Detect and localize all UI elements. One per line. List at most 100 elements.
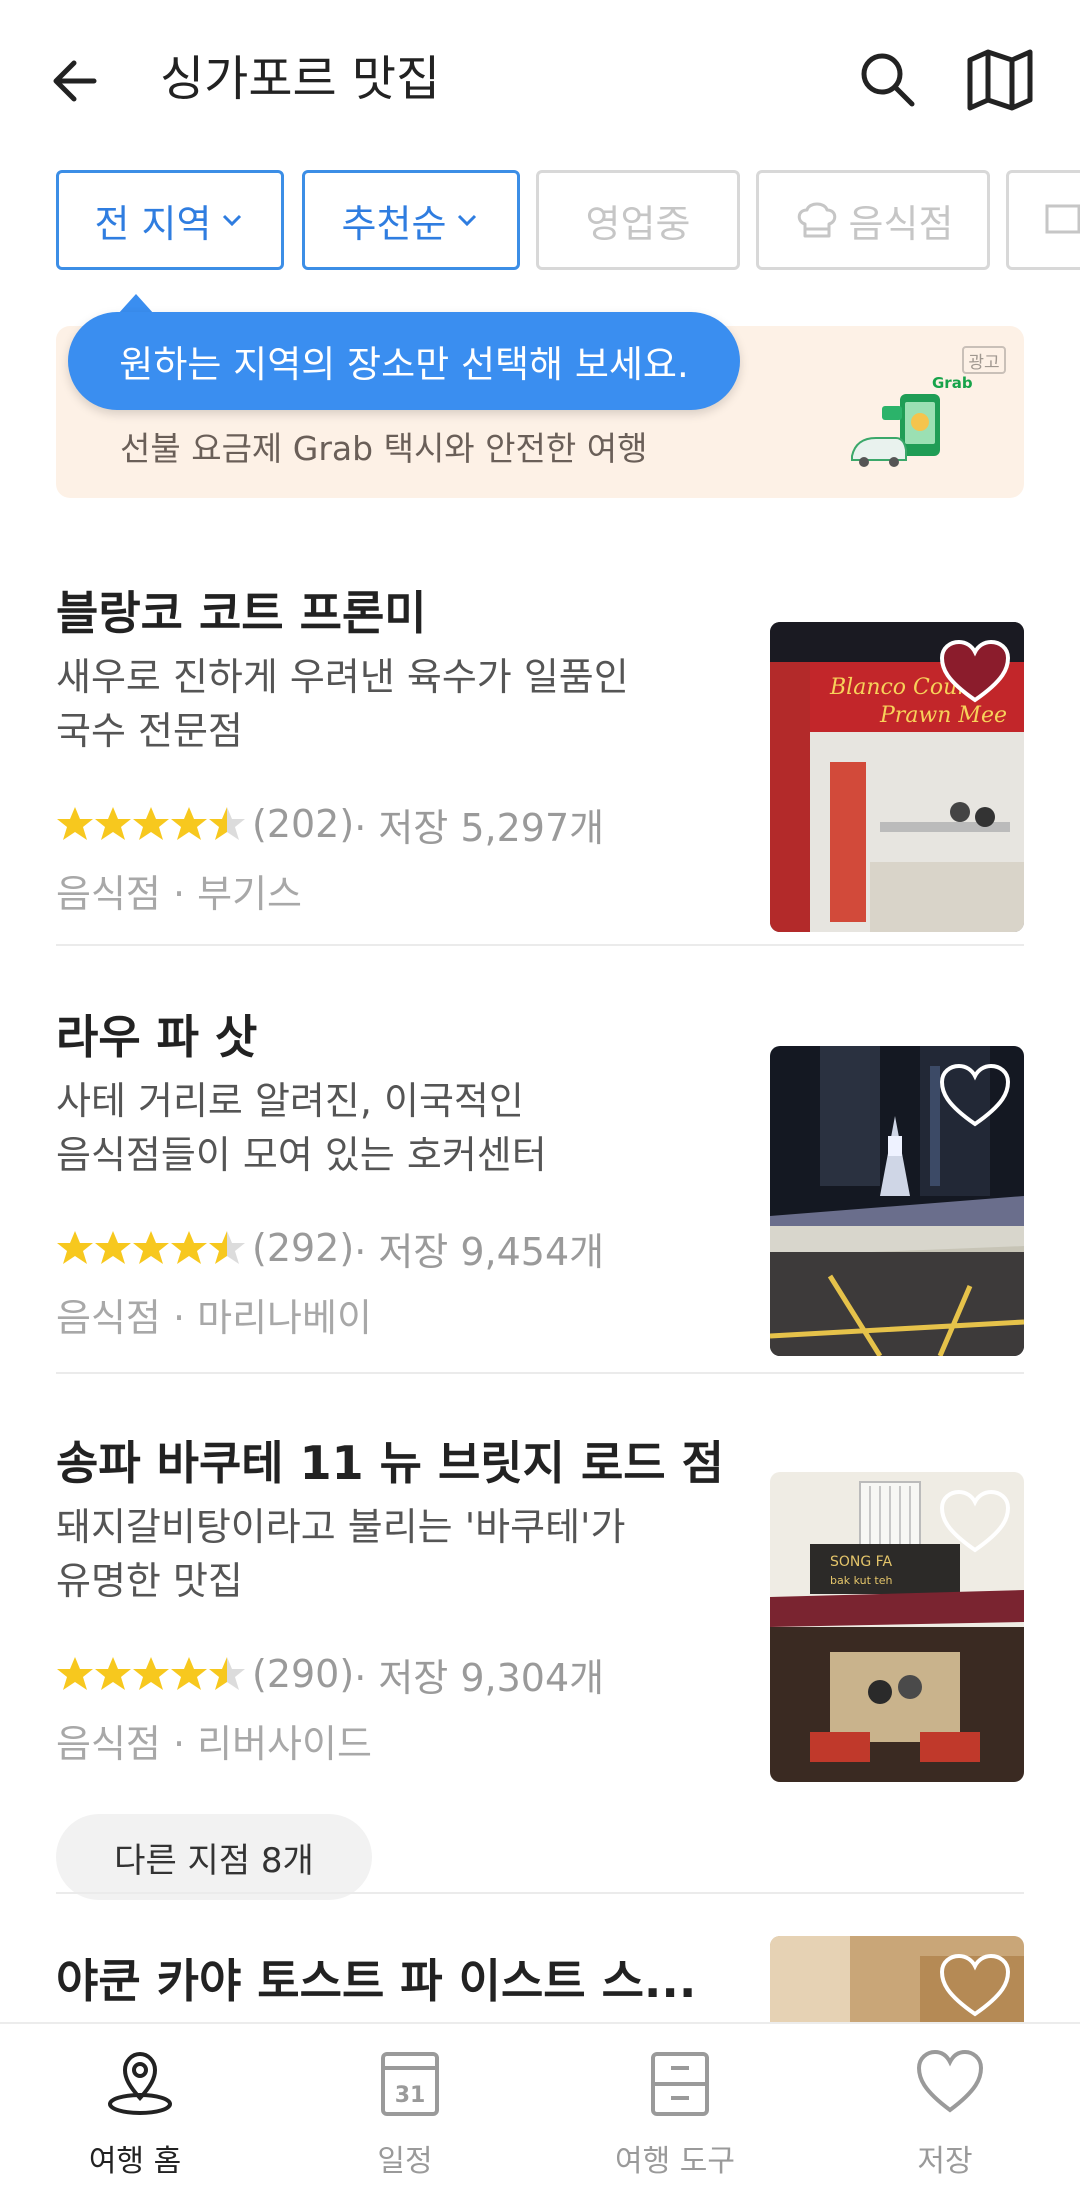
star-icon [209, 807, 245, 840]
arrow-left-icon [53, 60, 97, 102]
save-count: · 저장 9,454개 [354, 1229, 605, 1274]
map-icon [967, 49, 1033, 111]
search-button[interactable] [852, 44, 922, 114]
list-item[interactable]: 송파 바쿠테 11 뉴 브릿지 로드 점 돼지갈비탕이라고 불리는 '바쿠테'가… [56, 1430, 1024, 1910]
tab-label: 여행 도구 [615, 2144, 735, 2179]
photo-sign-text: bak kut teh [830, 1574, 892, 1587]
filter-bar: 전 지역 추천순 영업중 음식점 [56, 170, 1080, 270]
place-description: 새우로 진하게 우려낸 육수가 일품인 국수 전문점 [56, 650, 736, 758]
star-icon [133, 1657, 169, 1690]
restaurant-filter-label: 음식점 [848, 201, 954, 246]
place-photo[interactable] [770, 1936, 1024, 2026]
place-category: 음식점 · 마리나베이 [56, 1296, 372, 1340]
star-icon [57, 1231, 93, 1264]
restaurant-filter-chip[interactable]: 음식점 [756, 170, 990, 270]
sort-filter-label: 추천순 [341, 201, 447, 246]
star-rating [56, 805, 246, 843]
place-description-line: 새우로 진하게 우려낸 육수가 일품인 [56, 655, 629, 699]
divider [56, 1892, 1024, 1894]
review-count: (292) [252, 1226, 355, 1270]
tab-label: 일정 [377, 2144, 433, 2179]
star-icon [95, 807, 131, 840]
divider [56, 1372, 1024, 1374]
open-now-filter-chip[interactable]: 영업중 [536, 170, 740, 270]
search-icon [861, 53, 915, 107]
app-header: 싱가포르 맛집 [0, 0, 1080, 160]
tab-trip-home[interactable]: 여행 홈 [0, 2024, 270, 2190]
tab-label: 저장 [917, 2144, 973, 2179]
place-rating: (290) · 저장 9,304개 [56, 1646, 604, 1702]
back-button[interactable] [44, 46, 114, 116]
heart-icon[interactable] [938, 1062, 1012, 1130]
place-description-line: 돼지갈비탕이라고 불리는 '바쿠테'가 [56, 1505, 626, 1549]
place-description-line: 유명한 맛집 [56, 1559, 243, 1603]
heart-icon[interactable] [938, 638, 1012, 706]
heart-icon[interactable] [938, 1488, 1012, 1556]
divider [56, 944, 1024, 946]
place-description: 돼지갈비탕이라고 불리는 '바쿠테'가 유명한 맛집 [56, 1500, 736, 1608]
place-description: 사테 거리로 알려진, 이국적인 음식점들이 모여 있는 호커센터 [56, 1074, 736, 1182]
review-count: (202) [252, 802, 355, 846]
place-photo[interactable]: Blanco Court Prawn Mee [770, 622, 1024, 932]
region-filter-label: 전 지역 [94, 201, 212, 246]
place-description-line: 국수 전문점 [56, 709, 243, 753]
toolbox-icon [651, 2052, 709, 2116]
star-rating [56, 1655, 246, 1693]
place-description-line: 사테 거리로 알려진, 이국적인 [56, 1079, 524, 1123]
bottom-tab-bar: 여행 홈 31 일정 여행 도구 저장 [0, 2022, 1080, 2190]
tab-schedule[interactable]: 31 일정 [270, 2024, 540, 2190]
region-filter-chip[interactable]: 전 지역 [56, 170, 284, 270]
calendar-icon: 31 [381, 2052, 439, 2116]
tooltip-pointer [118, 294, 154, 314]
star-icon [171, 1231, 207, 1264]
review-count: (290) [252, 1652, 355, 1696]
chef-hat-icon [797, 202, 836, 238]
open-now-filter-label: 영업중 [585, 201, 691, 246]
tab-saved[interactable]: 저장 [810, 2024, 1080, 2190]
place-description-line: 음식점들이 모여 있는 호커센터 [56, 1133, 547, 1177]
tab-travel-tools[interactable]: 여행 도구 [540, 2024, 810, 2190]
region-hint-tooltip[interactable]: 원하는 지역의 장소만 선택해 보세요. [68, 312, 740, 410]
photo-sign-text: Prawn Mee [879, 703, 1007, 728]
grab-logo-text: Grab [932, 374, 973, 392]
place-name[interactable]: 야쿤 카야 토스트 파 이스트 스... [56, 1948, 736, 2014]
star-icon [209, 1231, 245, 1264]
place-category: 음식점 · 부기스 [56, 872, 302, 916]
place-photo[interactable] [770, 1046, 1024, 1356]
map-view-button[interactable] [962, 44, 1038, 114]
sort-filter-chip[interactable]: 추천순 [302, 170, 520, 270]
star-icon [95, 1657, 131, 1690]
more-filter-chip[interactable] [1006, 170, 1080, 270]
save-count: · 저장 9,304개 [354, 1655, 605, 1700]
place-name[interactable]: 송파 바쿠테 11 뉴 브릿지 로드 점 [56, 1430, 736, 1496]
tab-label: 여행 홈 [88, 2144, 182, 2179]
place-photo[interactable]: SONG FA bak kut teh [770, 1472, 1024, 1782]
grab-taxi-illustration: Grab [851, 374, 973, 467]
page-title: 싱가포르 맛집 [160, 51, 441, 107]
star-icon [133, 807, 169, 840]
square-icon [1045, 204, 1080, 234]
place-name[interactable]: 블랑코 코트 프론미 [56, 580, 736, 646]
star-icon [95, 1231, 131, 1264]
heart-icon [916, 2049, 984, 2113]
place-name[interactable]: 라우 파 삿 [56, 1004, 736, 1070]
save-count: · 저장 5,297개 [354, 805, 605, 850]
star-icon [57, 1657, 93, 1690]
other-branches-button[interactable]: 다른 지점 8개 [56, 1814, 372, 1900]
list-item[interactable]: 야쿤 카야 토스트 파 이스트 스... [56, 1936, 1024, 2028]
place-rating: (292) · 저장 9,454개 [56, 1220, 604, 1276]
photo-sign-text: SONG FA [830, 1554, 892, 1570]
ad-banner-text: 선불 요금제 Grab 택시와 안전한 여행 [120, 429, 648, 468]
place-category: 음식점 · 리버사이드 [56, 1722, 372, 1766]
star-icon [133, 1231, 169, 1264]
chevron-down-icon [458, 214, 477, 227]
star-icon [209, 1657, 245, 1690]
list-item[interactable]: 블랑코 코트 프론미 새우로 진하게 우려낸 육수가 일품인 국수 전문점 (2… [56, 580, 1024, 950]
map-pin-icon [108, 2051, 172, 2115]
chevron-down-icon [223, 214, 242, 227]
list-item[interactable]: 라우 파 삿 사테 거리로 알려진, 이국적인 음식점들이 모여 있는 호커센터… [56, 1004, 1024, 1374]
star-rating [56, 1229, 246, 1267]
calendar-day: 31 [395, 2083, 426, 2108]
star-icon [57, 807, 93, 840]
heart-icon[interactable] [938, 1952, 1012, 2020]
